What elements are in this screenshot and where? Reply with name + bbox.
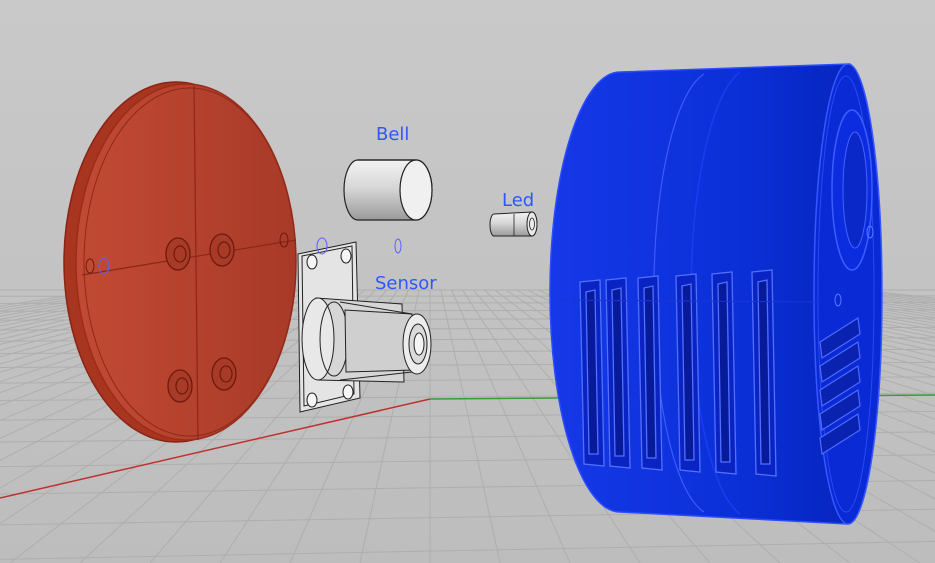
housing[interactable] <box>549 63 883 525</box>
bell[interactable] <box>343 159 433 221</box>
3d-viewport[interactable]: Bell Led Sensor <box>0 0 935 563</box>
scene-canvas[interactable] <box>0 0 935 563</box>
mounting-hole <box>209 233 235 267</box>
mounting-hole <box>167 369 193 403</box>
led[interactable] <box>489 211 538 237</box>
sensor-label: Sensor <box>375 273 437 294</box>
bell-label: Bell <box>376 124 410 145</box>
mounting-hole <box>165 237 191 271</box>
mounting-hole <box>211 357 237 391</box>
led-label: Led <box>502 190 535 211</box>
front-cover-disc[interactable] <box>63 81 297 443</box>
